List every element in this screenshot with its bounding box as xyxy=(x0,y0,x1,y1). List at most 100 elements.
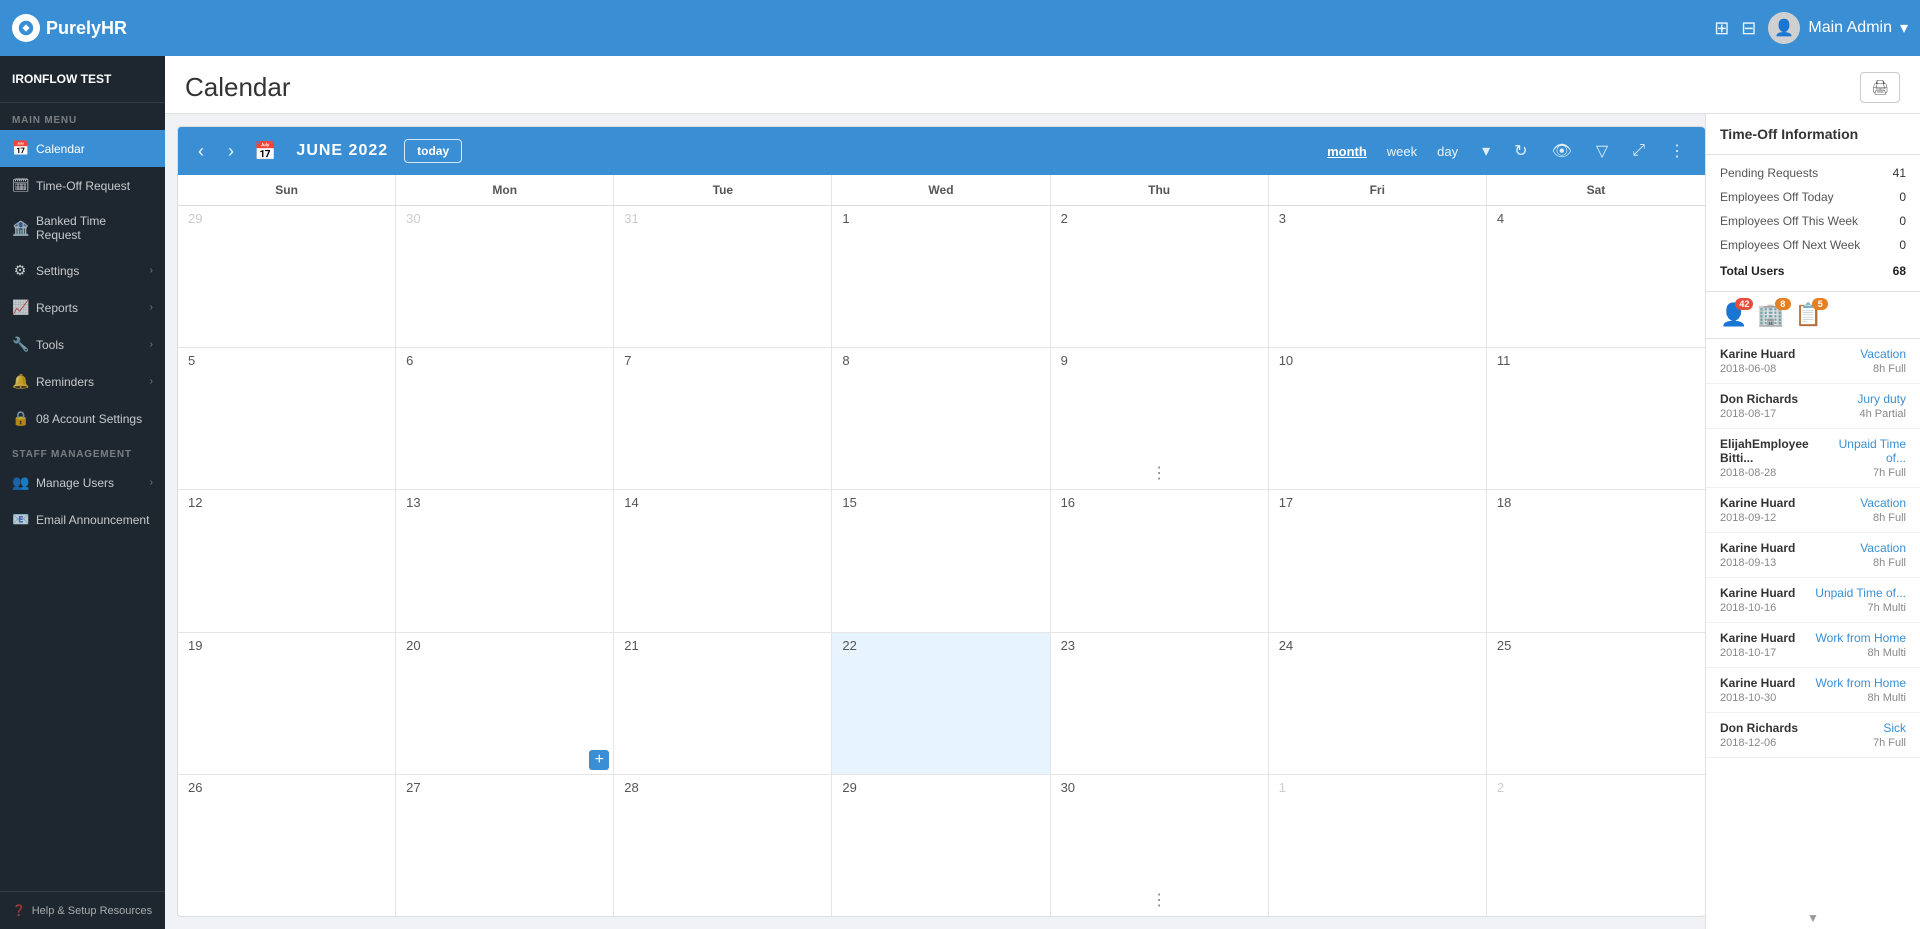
calendar-month-view-button[interactable]: month xyxy=(1319,140,1375,163)
sidebar-staff-management-title: STAFF MANAGEMENT xyxy=(0,437,165,464)
calendar-cell-3-5[interactable]: 24 xyxy=(1269,633,1487,774)
calendar-dropdown-icon[interactable]: ▾ xyxy=(1474,137,1498,165)
calendar-date-number: 23 xyxy=(1057,636,1079,655)
calendar-filter-button[interactable]: ▽ xyxy=(1588,137,1616,165)
panel-list-item[interactable]: Karine Huard Vacation 2018-09-12 8h Full xyxy=(1706,488,1920,533)
calendar-cell-4-1[interactable]: 27 xyxy=(396,775,614,916)
calendar-cell-3-2[interactable]: 21 xyxy=(614,633,832,774)
panel-list-item[interactable]: Karine Huard Unpaid Time of... 2018-10-1… xyxy=(1706,578,1920,623)
badge-dept[interactable]: 🏢 8 xyxy=(1757,302,1784,328)
settings-icon: ⚙ xyxy=(12,262,28,279)
grid-icon[interactable]: ⊞ xyxy=(1714,18,1729,39)
calendar-week-view-button[interactable]: week xyxy=(1379,140,1425,163)
sidebar-item-reports[interactable]: 📈 Reports › xyxy=(0,289,165,326)
sidebar-item-email-announcement[interactable]: 📧 Email Announcement xyxy=(0,501,165,538)
calendar-view-toggle-button[interactable]: 👁 xyxy=(1544,137,1580,165)
badge-reports-icon: 📋 5 xyxy=(1795,302,1822,328)
calendar-view-buttons: month week day xyxy=(1319,140,1466,163)
calendar-cell-4-3[interactable]: 29 xyxy=(832,775,1050,916)
calendar-cell-4-2[interactable]: 28 xyxy=(614,775,832,916)
sidebar-item-time-off-request[interactable]: 🗓 Time-Off Request xyxy=(0,167,165,204)
calendar-cell-4-5[interactable]: 1 xyxy=(1269,775,1487,916)
top-navigation: PurelyHR ⊞ ⊟ 👤 Main Admin ▾ xyxy=(0,0,1920,56)
calendar-cell-4-6[interactable]: 2 xyxy=(1487,775,1705,916)
calendar-cell-1-0[interactable]: 5 xyxy=(178,348,396,489)
calendar-cell-2-2[interactable]: 14 xyxy=(614,490,832,631)
calendar-fullscreen-button[interactable]: ⤢ xyxy=(1624,138,1653,164)
panel-list-item[interactable]: Karine Huard Vacation 2018-09-13 8h Full xyxy=(1706,533,1920,578)
logo[interactable]: PurelyHR xyxy=(12,14,172,42)
calendar-date-number: 15 xyxy=(838,493,860,512)
calendar-add-event-button[interactable]: + xyxy=(589,750,609,770)
calendar-date-number: 8 xyxy=(838,351,853,370)
calendar-today-button[interactable]: today xyxy=(404,139,462,163)
stat-off-next-week-label: Employees Off Next Week xyxy=(1720,238,1860,252)
panel-list-item[interactable]: Karine Huard Work from Home 2018-10-30 8… xyxy=(1706,668,1920,713)
panel-list-item[interactable]: Karine Huard Vacation 2018-06-08 8h Full xyxy=(1706,339,1920,384)
calendar-cell-3-0[interactable]: 19 xyxy=(178,633,396,774)
calendar-cell-0-6[interactable]: 4 xyxy=(1487,206,1705,347)
badge-reports[interactable]: 📋 5 xyxy=(1795,302,1822,328)
day-header-tue: Tue xyxy=(614,175,832,205)
user-menu[interactable]: 👤 Main Admin ▾ xyxy=(1768,12,1908,44)
sidebar-item-settings[interactable]: ⚙ Settings › xyxy=(0,252,165,289)
calendar-cell-3-4[interactable]: 23 xyxy=(1051,633,1269,774)
sidebar-item-calendar[interactable]: 📅 Calendar xyxy=(0,130,165,167)
panel-list-item[interactable]: Don Richards Jury duty 2018-08-17 4h Par… xyxy=(1706,384,1920,429)
calendar-cell-0-5[interactable]: 3 xyxy=(1269,206,1487,347)
calendar-cell-0-3[interactable]: 1 xyxy=(832,206,1050,347)
sidebar-item-account-settings[interactable]: 🔒 08 Account Settings xyxy=(0,400,165,437)
calendar-more-button[interactable]: ⋮ xyxy=(1661,137,1693,165)
calendar-next-button[interactable]: › xyxy=(220,137,242,166)
calendar-refresh-button[interactable]: ↻ xyxy=(1506,137,1535,165)
calendar-cell-2-0[interactable]: 12 xyxy=(178,490,396,631)
calendar-cell-0-0[interactable]: 29 xyxy=(178,206,396,347)
calendar-cell-0-1[interactable]: 30 xyxy=(396,206,614,347)
request-name: Karine Huard xyxy=(1720,631,1795,645)
calendar-cell-2-3[interactable]: 15 xyxy=(832,490,1050,631)
calendar-cell-3-3[interactable]: 22 xyxy=(832,633,1050,774)
calendar-prev-button[interactable]: ‹ xyxy=(190,137,212,166)
calendar-cell-1-3[interactable]: 8 xyxy=(832,348,1050,489)
calendar-date-number: 19 xyxy=(184,636,206,655)
stat-off-today: Employees Off Today 0 xyxy=(1706,185,1920,209)
calendar-cell-2-1[interactable]: 13 xyxy=(396,490,614,631)
calendar-cell-4-4[interactable]: 30⋮ xyxy=(1051,775,1269,916)
badge-dept-count: 8 xyxy=(1775,298,1791,310)
request-date: 2018-10-17 xyxy=(1720,647,1776,659)
panel-list-item[interactable]: Karine Huard Work from Home 2018-10-17 8… xyxy=(1706,623,1920,668)
calendar-cell-1-6[interactable]: 11 xyxy=(1487,348,1705,489)
calendar-cell-0-2[interactable]: 31 xyxy=(614,206,832,347)
calendar-cell-1-5[interactable]: 10 xyxy=(1269,348,1487,489)
sidebar-item-banked-time[interactable]: 🏦 Banked Time Request xyxy=(0,204,165,252)
request-name: Karine Huard xyxy=(1720,676,1795,690)
sidebar-item-email-label: Email Announcement xyxy=(36,513,149,527)
calendar-cell-1-1[interactable]: 6 xyxy=(396,348,614,489)
calendar-cell-1-4[interactable]: 9⋮ xyxy=(1051,348,1269,489)
calendar-cell-2-5[interactable]: 17 xyxy=(1269,490,1487,631)
sidebar-item-reminders[interactable]: 🔔 Reminders › xyxy=(0,363,165,400)
sidebar-item-reports-label: Reports xyxy=(36,301,78,315)
dashboard-icon[interactable]: ⊟ xyxy=(1741,18,1756,39)
request-hours: 7h Full xyxy=(1873,467,1906,479)
calendar-cell-3-1[interactable]: 20+ xyxy=(396,633,614,774)
calendar-cell-3-6[interactable]: 25 xyxy=(1487,633,1705,774)
calendar-cell-2-6[interactable]: 18 xyxy=(1487,490,1705,631)
sidebar-item-tools[interactable]: 🔧 Tools › xyxy=(0,326,165,363)
right-panel-request-list: Karine Huard Vacation 2018-06-08 8h Full… xyxy=(1706,339,1920,907)
calendar-day-view-button[interactable]: day xyxy=(1429,140,1466,163)
badge-reports-count: 5 xyxy=(1812,298,1828,310)
badge-pending[interactable]: 👤 42 xyxy=(1720,302,1747,328)
calendar-cell-0-4[interactable]: 2 xyxy=(1051,206,1269,347)
calendar-date-number: 5 xyxy=(184,351,199,370)
sidebar-item-manage-users[interactable]: 👥 Manage Users › xyxy=(0,464,165,501)
help-link[interactable]: ❓ Help & Setup Resources xyxy=(12,904,153,917)
panel-list-item[interactable]: ElijahEmployee Bitti... Unpaid Time of..… xyxy=(1706,429,1920,488)
stat-off-this-week-label: Employees Off This Week xyxy=(1720,214,1858,228)
calendar-cell-1-2[interactable]: 7 xyxy=(614,348,832,489)
print-button[interactable]: 🖨 xyxy=(1860,72,1900,103)
calendar-cell-4-0[interactable]: 26 xyxy=(178,775,396,916)
panel-list-item[interactable]: Don Richards Sick 2018-12-06 7h Full xyxy=(1706,713,1920,758)
calendar-cell-2-4[interactable]: 16 xyxy=(1051,490,1269,631)
calendar-date-number: 28 xyxy=(620,778,642,797)
